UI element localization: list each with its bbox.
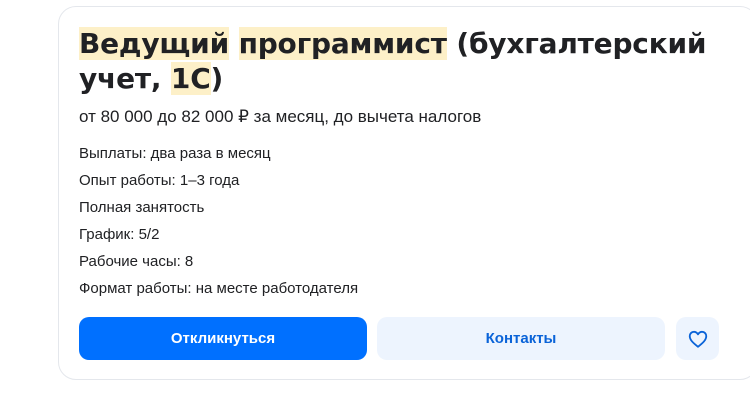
title-highlight-2: программист <box>238 27 447 60</box>
title-highlight-1: Ведущий <box>79 27 229 60</box>
respond-button[interactable]: Откликнуться <box>79 317 367 360</box>
heart-icon <box>688 330 707 348</box>
fact-schedule: График: 5/2 <box>79 226 160 243</box>
fact-employment: Полная занятость <box>79 199 205 216</box>
favorite-button[interactable] <box>676 317 719 360</box>
title-text-end: ) <box>210 62 224 95</box>
vacancy-facts-list: Выплаты: два раза в месяц Опыт работы: 1… <box>79 140 358 302</box>
vacancy-title[interactable]: Ведущий программист (бухгалтерский учет,… <box>79 26 719 96</box>
contacts-button[interactable]: Контакты <box>377 317 665 360</box>
fact-payments: Выплаты: два раза в месяц <box>79 145 271 162</box>
fact-work-format: Формат работы: на месте работодателя <box>79 280 359 297</box>
salary-text: от 80 000 до 82 000 ₽ за месяц, до вычет… <box>79 107 482 126</box>
fact-experience: Опыт работы: 1–3 года <box>79 172 240 189</box>
fact-hours: Рабочие часы: 8 <box>79 253 194 270</box>
title-highlight-3: 1С <box>170 62 211 95</box>
